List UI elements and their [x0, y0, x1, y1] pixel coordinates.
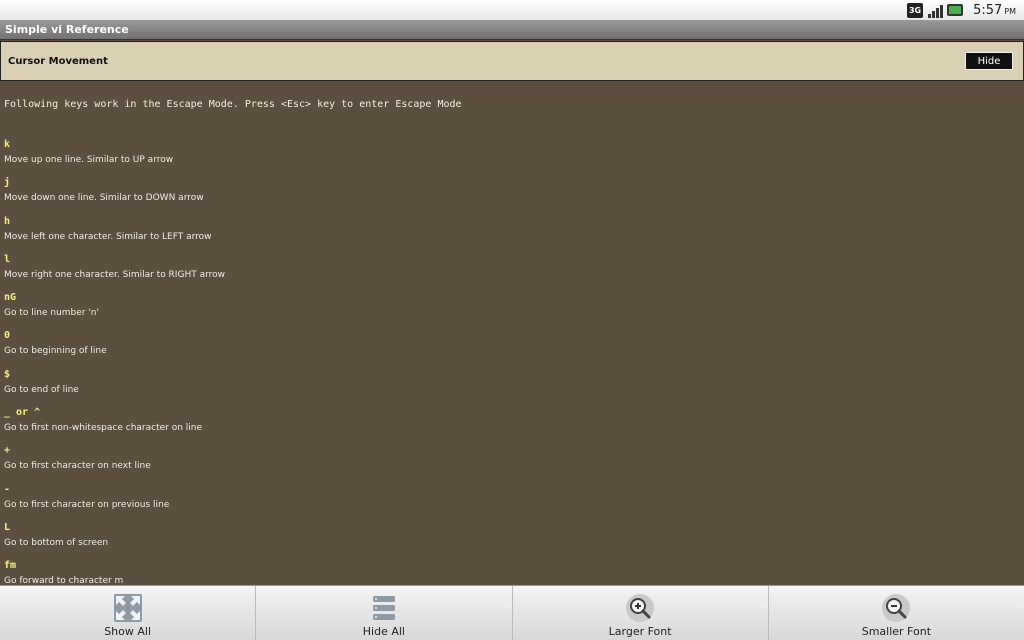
reference-content[interactable]: Following keys work in the Escape Mode. … — [0, 81, 1024, 585]
entry-key: l — [4, 253, 11, 265]
show-all-label: Show All — [104, 625, 152, 638]
expand-arrows-icon — [113, 594, 142, 622]
entry-description: Go to first non-whitespace character on … — [4, 423, 203, 434]
entry-description: Go to end of line — [4, 384, 79, 395]
bottom-toolbar: Show All Hide All Larger Font Smaller Fo… — [0, 585, 1024, 640]
list-item: - Go to first character on previous line — [4, 482, 225, 520]
entry-description: Move left one character. Similar to LEFT… — [4, 231, 212, 242]
entry-description: Move down one line. Similar to DOWN arro… — [4, 193, 204, 204]
smaller-font-button[interactable]: Smaller Font — [769, 586, 1024, 640]
smaller-font-label: Smaller Font — [861, 625, 932, 638]
entry-key: h — [4, 215, 11, 227]
app-title: Simple vi Reference — [0, 20, 1024, 40]
list-item: L Go to bottom of screen — [4, 520, 225, 558]
list-item: l Move right one character. Similar to R… — [4, 252, 225, 290]
entry-description: Move right one character. Similar to RIG… — [4, 269, 225, 280]
entry-description: Go to first character on previous line — [4, 499, 170, 510]
list-item: nG Go to line number 'n' — [4, 290, 225, 328]
entry-key: + — [4, 445, 11, 457]
time-ampm: PM — [1004, 6, 1016, 16]
status-time: 5:57 PM — [973, 3, 1016, 18]
list-item: j Move down one line. Similar to DOWN ar… — [4, 175, 225, 213]
entry-key: j — [4, 177, 11, 189]
entry-key: L — [4, 521, 11, 533]
list-item: h Move left one character. Similar to LE… — [4, 214, 225, 252]
list-item: + Go to first character on next line — [4, 443, 225, 481]
signal-strength-icon — [927, 3, 943, 18]
entry-key: 0 — [4, 330, 11, 342]
list-item: fm Go forward to character m — [4, 558, 225, 585]
battery-icon — [947, 4, 964, 16]
list-item: _ or ^ Go to first non-whitespace charac… — [4, 405, 225, 443]
network-3g-icon: 3G — [907, 2, 924, 18]
time-value: 5:57 — [973, 2, 1003, 18]
entry-key: $ — [4, 368, 11, 380]
list-item: 0 Go to beginning of line — [4, 328, 225, 366]
entry-key: _ or ^ — [4, 407, 41, 419]
section-title: Cursor Movement — [8, 55, 108, 67]
entry-description: Go to first character on next line — [4, 461, 151, 472]
entry-description: Move up one line. Similar to UP arrow — [4, 155, 174, 165]
list-item: k Move up one line. Similar to UP arrow — [4, 137, 225, 175]
show-all-button[interactable]: Show All — [0, 586, 257, 640]
section-header-cursor-movement[interactable]: Cursor Movement Hide — [0, 41, 1024, 81]
entry-key: k — [4, 139, 11, 150]
entry-description: Go to line number 'n' — [4, 308, 99, 319]
zoom-out-icon — [882, 594, 911, 622]
list-item: $ Go to end of line — [4, 367, 225, 405]
hide-button[interactable]: Hide — [965, 52, 1013, 70]
entry-key: - — [4, 483, 11, 495]
entry-description: Go to bottom of screen — [4, 537, 109, 548]
larger-font-label: Larger Font — [608, 625, 672, 638]
hide-all-button[interactable]: Hide All — [256, 586, 513, 640]
status-bar: 3G 5:57 PM — [0, 0, 1024, 20]
zoom-in-icon — [626, 594, 655, 622]
larger-font-button[interactable]: Larger Font — [513, 586, 769, 640]
entry-description: Go to beginning of line — [4, 346, 107, 357]
entry-description: Go forward to character m — [4, 576, 124, 585]
list-stack-icon — [372, 596, 395, 620]
entry-list: k Move up one line. Similar to UP arrow … — [4, 137, 225, 585]
intro-text: Following keys work in the Escape Mode. … — [4, 99, 462, 110]
entry-key: nG — [4, 292, 17, 304]
entry-key: fm — [4, 560, 17, 572]
hide-all-label: Hide All — [362, 625, 405, 638]
